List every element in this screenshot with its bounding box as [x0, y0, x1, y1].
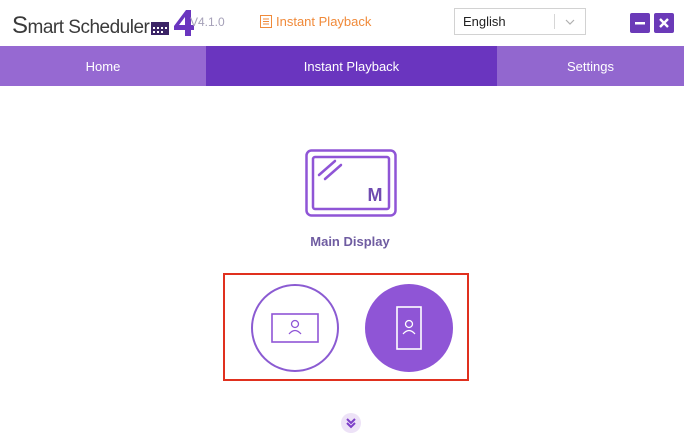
display-badge: M	[368, 185, 383, 205]
logo-text: Smart Scheduler	[12, 12, 150, 39]
landscape-orientation-button[interactable]	[251, 284, 339, 372]
expand-button[interactable]	[341, 413, 361, 433]
close-button[interactable]	[654, 13, 674, 33]
display-label: Main Display	[310, 234, 390, 249]
portrait-orientation-button[interactable]	[365, 284, 453, 372]
mode-indicator: Instant Playback	[260, 14, 371, 29]
document-icon	[260, 15, 272, 28]
minimize-button[interactable]	[630, 13, 650, 33]
minimize-icon	[635, 22, 645, 25]
logo-text-rest: mart Scheduler	[27, 17, 150, 38]
mode-label: Instant Playback	[276, 14, 372, 29]
tab-instant-playback[interactable]: Instant Playback	[206, 46, 497, 86]
portrait-person-icon	[396, 306, 422, 350]
tab-home[interactable]: Home	[0, 46, 206, 86]
main-nav: Home Instant Playback Settings	[0, 46, 684, 86]
double-chevron-down-icon	[346, 418, 356, 429]
landscape-person-icon	[271, 313, 319, 343]
calendar-icon	[151, 22, 170, 35]
monitor-icon[interactable]: M	[305, 149, 397, 217]
app-logo: Smart Scheduler 4	[12, 6, 195, 39]
title-bar: Smart Scheduler 4 V4.1.0 Instant Playbac…	[0, 0, 684, 46]
close-icon	[659, 18, 669, 28]
tab-settings[interactable]: Settings	[497, 46, 684, 86]
version-label: V4.1.0	[190, 15, 225, 29]
chevron-down-icon[interactable]	[555, 19, 585, 25]
logo-text-lead: S	[12, 12, 28, 39]
language-value: English	[463, 14, 506, 29]
language-select[interactable]: English	[454, 8, 586, 35]
